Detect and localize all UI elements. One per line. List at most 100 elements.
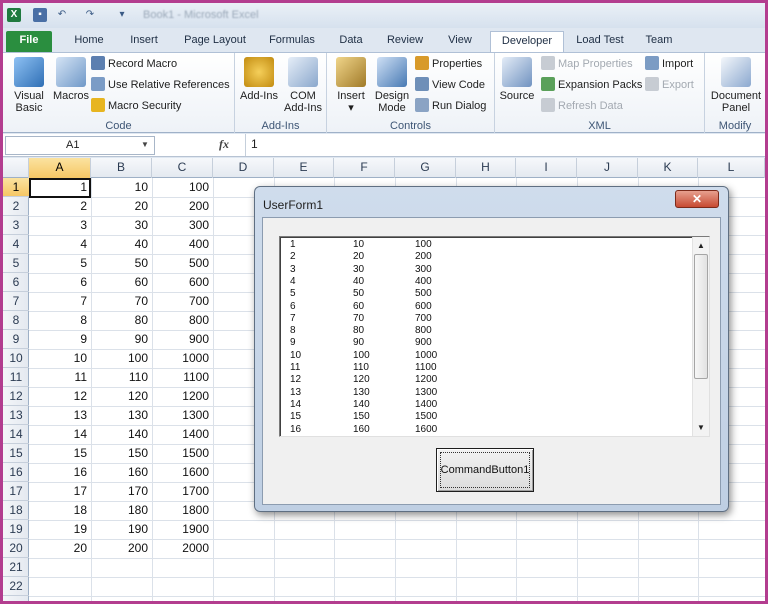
- column-header-c[interactable]: C: [152, 158, 213, 178]
- cell-a8[interactable]: 8: [29, 311, 91, 330]
- list-box[interactable]: ▲ ▼ 1 10 100 2 20 200 3 30 300 4 40 400 5 50 500 6 60 600…: [279, 236, 710, 437]
- cell-b13[interactable]: 130: [91, 406, 152, 425]
- cell-b10[interactable]: 100: [91, 349, 152, 368]
- cell-a2[interactable]: 2: [29, 197, 91, 216]
- expansion-packs-button[interactable]: Expansion Packs: [541, 76, 642, 94]
- quick-access-dropdown-icon[interactable]: ▾: [115, 8, 129, 22]
- import-button[interactable]: Import: [645, 55, 693, 73]
- row-header[interactable]: 15: [3, 444, 29, 463]
- map-properties-button[interactable]: Map Properties: [541, 55, 633, 73]
- scroll-up-icon[interactable]: ▲: [693, 237, 709, 254]
- cell-c10[interactable]: 1000: [152, 349, 213, 368]
- cell-c4[interactable]: 400: [152, 235, 213, 254]
- tab-review[interactable]: Review: [379, 31, 431, 52]
- row-header[interactable]: 4: [3, 235, 29, 254]
- insert-control-button[interactable]: Insert ▾: [331, 55, 371, 114]
- scroll-down-icon[interactable]: ▼: [693, 419, 709, 436]
- cell-c18[interactable]: 1800: [152, 501, 213, 520]
- cell-a18[interactable]: 18: [29, 501, 91, 520]
- cell-a12[interactable]: 12: [29, 387, 91, 406]
- list-item[interactable]: 15 150 1500: [280, 411, 690, 423]
- list-item[interactable]: 10 100 1000: [280, 350, 690, 362]
- cell-c15[interactable]: 1500: [152, 444, 213, 463]
- cell-b20[interactable]: 200: [91, 539, 152, 558]
- cell-c1[interactable]: 100: [152, 178, 213, 197]
- row-header[interactable]: 12: [3, 387, 29, 406]
- column-header-h[interactable]: H: [456, 158, 516, 178]
- row-header[interactable]: 14: [3, 425, 29, 444]
- cell-c16[interactable]: 1600: [152, 463, 213, 482]
- column-header-j[interactable]: J: [577, 158, 638, 178]
- export-button[interactable]: Export: [645, 76, 694, 94]
- cell-b18[interactable]: 180: [91, 501, 152, 520]
- tab-developer[interactable]: Developer: [490, 31, 564, 52]
- view-code-button[interactable]: View Code: [415, 76, 485, 94]
- cell-a13[interactable]: 13: [29, 406, 91, 425]
- cell-c20[interactable]: 2000: [152, 539, 213, 558]
- cell-b12[interactable]: 120: [91, 387, 152, 406]
- cell-c19[interactable]: 1900: [152, 520, 213, 539]
- row-header[interactable]: 1: [3, 178, 29, 197]
- cell-a20[interactable]: 20: [29, 539, 91, 558]
- cell-b4[interactable]: 40: [91, 235, 152, 254]
- column-header-k[interactable]: K: [638, 158, 698, 178]
- cell-a15[interactable]: 15: [29, 444, 91, 463]
- column-header-l[interactable]: L: [698, 158, 765, 178]
- cell-c17[interactable]: 1700: [152, 482, 213, 501]
- tab-home[interactable]: Home: [63, 31, 115, 52]
- row-header[interactable]: 18: [3, 501, 29, 520]
- tab-view[interactable]: View: [436, 31, 484, 52]
- row-header[interactable]: 20: [3, 539, 29, 558]
- add-ins-button[interactable]: Add-Ins: [237, 55, 281, 102]
- visual-basic-button[interactable]: Visual Basic: [7, 55, 51, 114]
- cell-a16[interactable]: 16: [29, 463, 91, 482]
- cell-b19[interactable]: 190: [91, 520, 152, 539]
- cell-c6[interactable]: 600: [152, 273, 213, 292]
- list-item[interactable]: 11 110 1100: [280, 362, 690, 374]
- tab-load-test[interactable]: Load Test: [569, 31, 631, 52]
- list-item[interactable]: 12 120 1200: [280, 374, 690, 386]
- cell-c9[interactable]: 900: [152, 330, 213, 349]
- list-item[interactable]: 8 80 800: [280, 325, 690, 337]
- column-header-b[interactable]: B: [91, 158, 152, 178]
- macros-button[interactable]: Macros: [51, 55, 91, 102]
- scroll-thumb[interactable]: [694, 254, 708, 379]
- document-panel-button[interactable]: Document Panel: [707, 55, 765, 114]
- row-header[interactable]: 10: [3, 349, 29, 368]
- tab-insert[interactable]: Insert: [118, 31, 170, 52]
- column-header-g[interactable]: G: [395, 158, 456, 178]
- tab-data[interactable]: Data: [329, 31, 373, 52]
- column-header-d[interactable]: D: [213, 158, 274, 178]
- cell-c2[interactable]: 200: [152, 197, 213, 216]
- cell-c3[interactable]: 300: [152, 216, 213, 235]
- row-header[interactable]: 9: [3, 330, 29, 349]
- select-all-corner[interactable]: [3, 158, 29, 178]
- list-item[interactable]: 14 140 1400: [280, 399, 690, 411]
- cell-a9[interactable]: 9: [29, 330, 91, 349]
- use-relative-references-button[interactable]: Use Relative References: [91, 76, 230, 94]
- row-header[interactable]: 8: [3, 311, 29, 330]
- command-button-1[interactable]: CommandButton1: [436, 448, 534, 492]
- design-mode-button[interactable]: Design Mode: [371, 55, 413, 114]
- cell-b9[interactable]: 90: [91, 330, 152, 349]
- cell-a14[interactable]: 14: [29, 425, 91, 444]
- close-icon[interactable]: ✕: [675, 190, 719, 208]
- column-header-a[interactable]: A: [29, 158, 91, 178]
- tab-page-layout[interactable]: Page Layout: [175, 31, 255, 52]
- cell-c13[interactable]: 1300: [152, 406, 213, 425]
- cell-b6[interactable]: 60: [91, 273, 152, 292]
- cell-b3[interactable]: 30: [91, 216, 152, 235]
- macro-security-button[interactable]: Macro Security: [91, 97, 181, 115]
- cell-c14[interactable]: 1400: [152, 425, 213, 444]
- cell-b5[interactable]: 50: [91, 254, 152, 273]
- list-item[interactable]: 1 10 100: [280, 239, 690, 251]
- undo-icon[interactable]: ↶: [55, 8, 69, 22]
- refresh-data-button[interactable]: Refresh Data: [541, 97, 623, 115]
- name-box-dropdown-icon[interactable]: ▼: [141, 136, 149, 153]
- cell-a3[interactable]: 3: [29, 216, 91, 235]
- row-header[interactable]: 7: [3, 292, 29, 311]
- cell-b14[interactable]: 140: [91, 425, 152, 444]
- tab-team[interactable]: Team: [637, 31, 681, 52]
- cell-c5[interactable]: 500: [152, 254, 213, 273]
- record-macro-button[interactable]: Record Macro: [91, 55, 177, 73]
